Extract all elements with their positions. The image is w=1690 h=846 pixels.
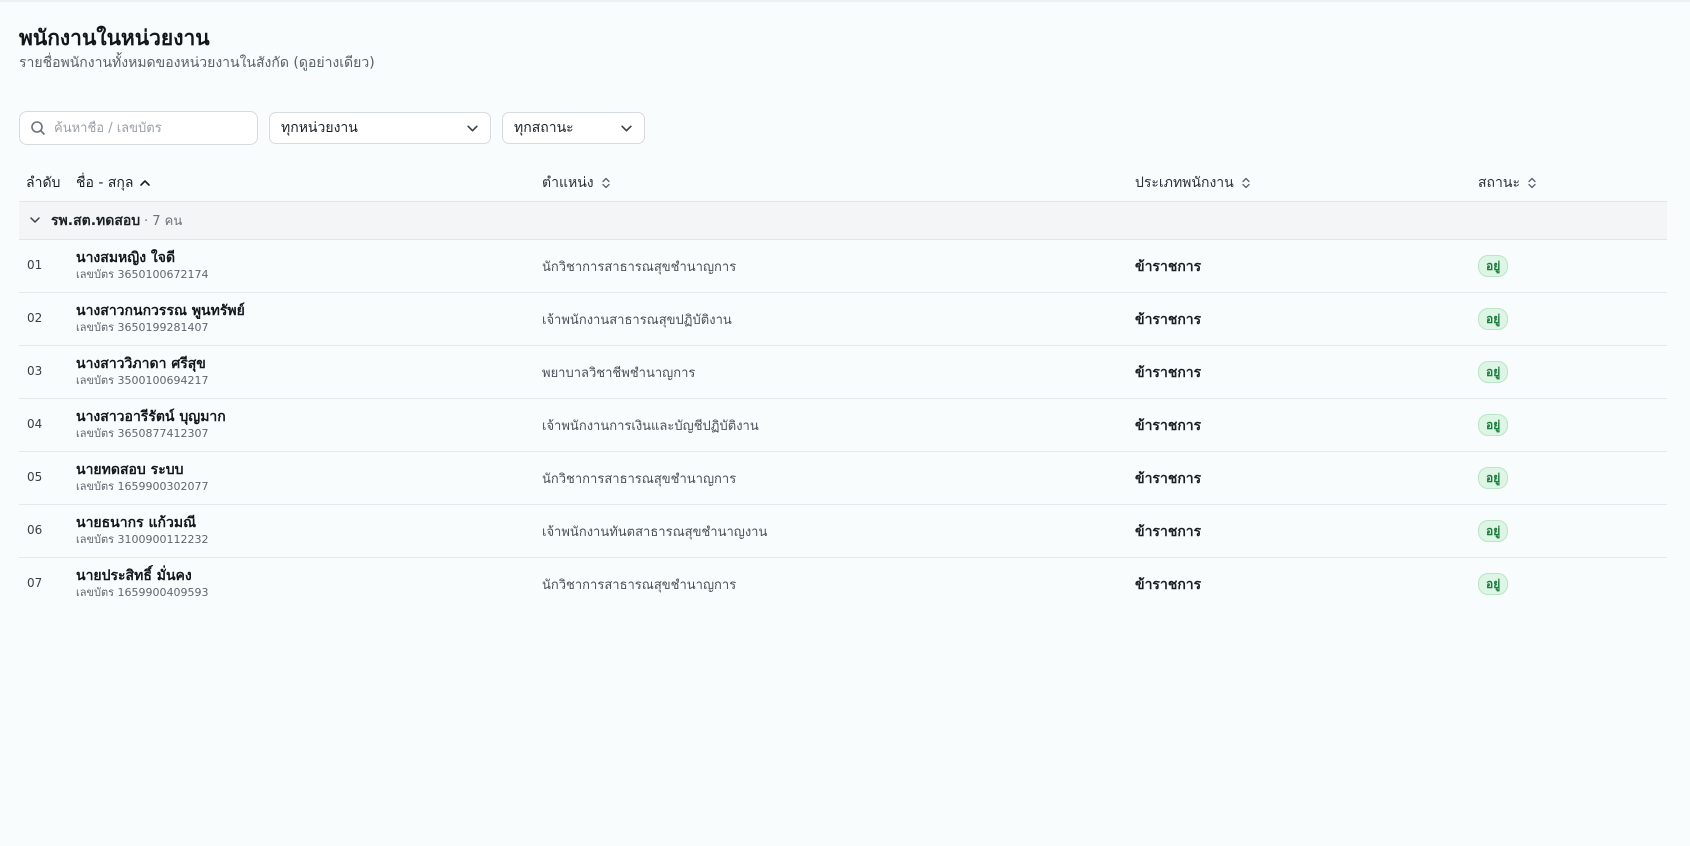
employee-id: เลขบัตร 1659900409593 xyxy=(76,586,209,599)
sort-icon xyxy=(601,177,610,189)
table-row[interactable]: 04 นางสาวอารีรัตน์ บุญมากเลขบัตร 36508774… xyxy=(19,399,1667,452)
employee-name: นายธนากร แก้วมณี xyxy=(76,515,197,531)
column-header-position[interactable]: ตำแหน่ง xyxy=(542,165,612,201)
chevron-down-icon xyxy=(621,125,632,131)
employee-id: เลขบัตร 1659900302077 xyxy=(76,480,209,493)
employee-id: เลขบัตร 3650199281407 xyxy=(76,321,209,334)
sort-ascending-icon xyxy=(140,180,151,186)
employee-position: นักวิชาการสาธารณสุขชำนาญการ xyxy=(542,472,737,487)
search-icon xyxy=(31,121,45,135)
chevron-down-icon xyxy=(467,125,478,131)
employee-id: เลขบัตร 3500100694217 xyxy=(76,374,209,387)
employee-table: ลำดับ ชื่อ - สกุล ตำแหน่ง ประเภทพนักงาน xyxy=(19,165,1667,610)
employee-position: พยาบาลวิชาชีพชำนาญการ xyxy=(542,366,696,381)
group-name: รพ.สต.ทดสอบ xyxy=(51,212,141,229)
table-header: ลำดับ ชื่อ - สกุล ตำแหน่ง ประเภทพนักงาน xyxy=(19,165,1667,202)
page-content: พนักงานในหน่วยงาน รายชื่อพนักงานทั้งหมดข… xyxy=(19,24,1667,599)
group-row[interactable]: รพ.สต.ทดสอบ · 7 คน xyxy=(19,202,1667,240)
row-number: 07 xyxy=(27,576,43,590)
row-number: 02 xyxy=(27,311,43,325)
status-badge: อยู่ xyxy=(1478,467,1509,489)
employee-name: นางสาวอารีรัตน์ บุญมาก xyxy=(76,409,226,425)
status-select-value: ทุกสถานะ xyxy=(514,120,574,136)
top-border xyxy=(0,0,1690,2)
column-header-no: ลำดับ xyxy=(26,175,61,191)
employee-name: นางสาวกนกวรรณ พูนทรัพย์ xyxy=(76,303,245,319)
employee-position: นักวิชาการสาธารณสุขชำนาญการ xyxy=(542,578,737,593)
employee-type: ข้าราชการ xyxy=(1135,471,1202,487)
employee-type: ข้าราชการ xyxy=(1135,312,1202,328)
table-body: 01 นางสมหญิง ใจดีเลขบัตร 3650100672174 นัก… xyxy=(19,240,1667,610)
status-badge: อยู่ xyxy=(1478,414,1509,436)
employee-type: ข้าราชการ xyxy=(1135,524,1202,540)
employee-type: ข้าราชการ xyxy=(1135,418,1202,434)
employee-position: เจ้าพนักงานสาธารณสุขปฏิบัติงาน xyxy=(542,313,732,328)
employee-name: นางสมหญิง ใจดี xyxy=(76,250,176,266)
unit-select[interactable]: ทุกหน่วยงาน xyxy=(269,112,491,144)
table-row[interactable]: 02 นางสาวกนกวรรณ พูนทรัพย์เลขบัตร 3650199… xyxy=(19,293,1667,346)
row-number: 03 xyxy=(27,364,43,378)
row-number: 01 xyxy=(27,258,43,272)
search-input[interactable] xyxy=(52,119,246,137)
column-header-type[interactable]: ประเภทพนักงาน xyxy=(1135,165,1252,201)
status-badge: อยู่ xyxy=(1478,520,1509,542)
chevron-down-icon[interactable] xyxy=(29,214,41,226)
page-title: พนักงานในหน่วยงาน xyxy=(19,26,210,50)
status-badge: อยู่ xyxy=(1478,308,1509,330)
employee-type: ข้าราชการ xyxy=(1135,365,1202,381)
employee-name: นางสาววิภาดา ศรีสุข xyxy=(76,356,206,372)
row-number: 05 xyxy=(27,470,43,484)
employee-name: นายประสิทธิ์ มั่นคง xyxy=(76,568,192,584)
page-subtitle: รายชื่อพนักงานทั้งหมดของหน่วยงานในสังกัด… xyxy=(19,55,375,71)
group-count: · 7 คน xyxy=(144,214,183,229)
employee-id: เลขบัตร 3650100672174 xyxy=(76,268,209,281)
sort-icon xyxy=(1528,177,1536,189)
table-row[interactable]: 06 นายธนากร แก้วมณีเลขบัตร 3100900112232 เ… xyxy=(19,505,1667,558)
employee-position: เจ้าพนักงานทันตสาธารณสุขชำนาญงาน xyxy=(542,525,768,540)
status-badge: อยู่ xyxy=(1478,573,1509,595)
table-row[interactable]: 05 นายทดสอบ ระบบเลขบัตร 1659900302077 นักว… xyxy=(19,452,1667,505)
table-row[interactable]: 07 นายประสิทธิ์ มั่นคงเลขบัตร 16599004095… xyxy=(19,558,1667,610)
filter-bar: ทุกหน่วยงาน ทุกสถานะ xyxy=(19,111,645,145)
table-row[interactable]: 01 นางสมหญิง ใจดีเลขบัตร 3650100672174 นัก… xyxy=(19,240,1667,293)
employee-name: นายทดสอบ ระบบ xyxy=(76,462,184,478)
row-number: 04 xyxy=(27,417,43,431)
row-number: 06 xyxy=(27,523,43,537)
employee-type: ข้าราชการ xyxy=(1135,259,1202,275)
employee-position: เจ้าพนักงานการเงินและบัญชีปฏิบัติงาน xyxy=(542,419,759,434)
unit-select-value: ทุกหน่วยงาน xyxy=(281,120,358,136)
sort-icon xyxy=(1242,177,1250,189)
employee-type: ข้าราชการ xyxy=(1135,577,1202,593)
employee-id: เลขบัตร 3650877412307 xyxy=(76,427,209,440)
table-row[interactable]: 03 นางสาววิภาดา ศรีสุขเลขบัตร 35001006942… xyxy=(19,346,1667,399)
status-select[interactable]: ทุกสถานะ xyxy=(502,112,645,144)
status-badge: อยู่ xyxy=(1478,361,1509,383)
status-badge: อยู่ xyxy=(1478,255,1509,277)
search-box[interactable] xyxy=(19,111,258,145)
employee-id: เลขบัตร 3100900112232 xyxy=(76,533,209,546)
column-header-status[interactable]: สถานะ xyxy=(1478,165,1538,201)
employee-position: นักวิชาการสาธารณสุขชำนาญการ xyxy=(542,260,737,275)
column-header-name[interactable]: ชื่อ - สกุล xyxy=(76,165,151,201)
